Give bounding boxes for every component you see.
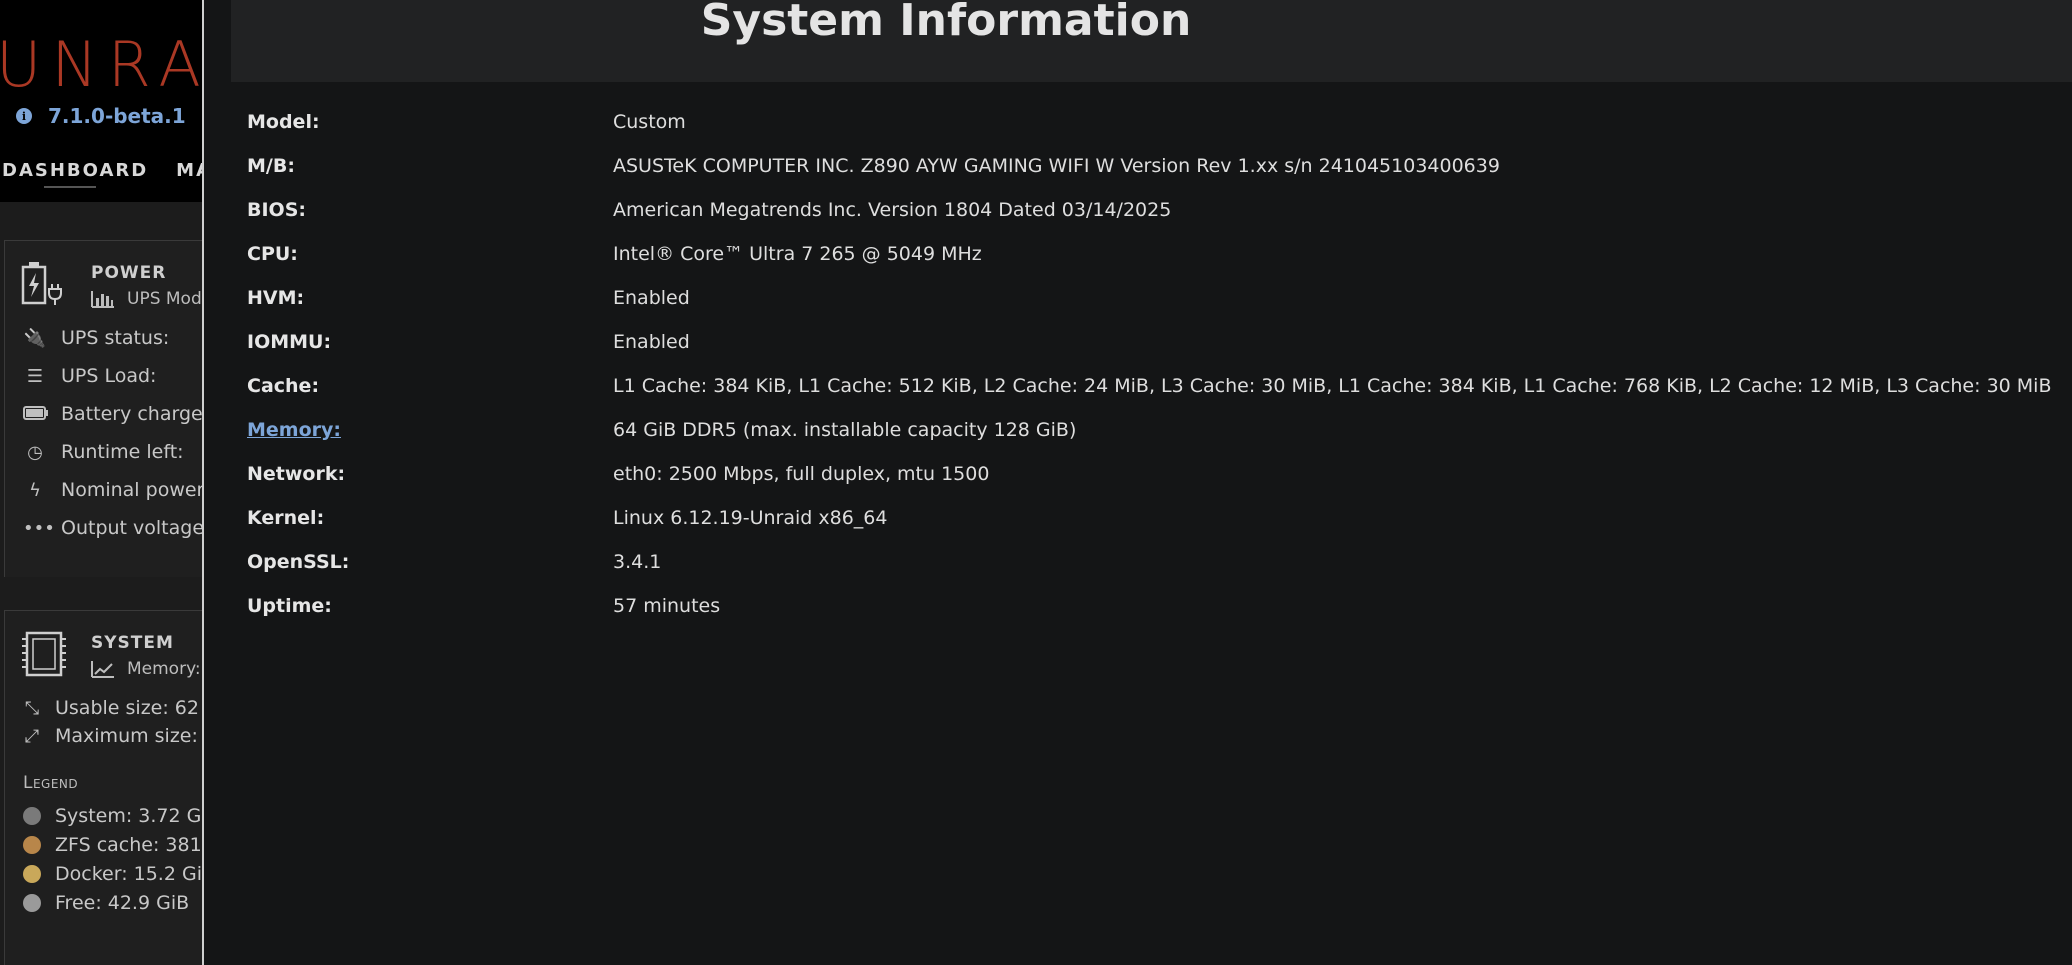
usable-size-row: ⤡ Usable size: 62 GiB <box>23 697 202 719</box>
legend-dot <box>23 894 41 912</box>
info-value: Linux 6.12.19-Unraid x86_64 <box>613 507 888 529</box>
runtime-left-row: ◷ Runtime left: <box>23 441 184 463</box>
info-value: Enabled <box>613 287 690 309</box>
info-value: Custom <box>613 111 686 133</box>
unraid-logo[interactable]: UNRAID <box>0 28 202 101</box>
legend-docker: Docker: 15.2 GiB <box>23 863 202 885</box>
info-label: OpenSSL: <box>247 551 350 573</box>
dashboard-background: UNRAID i 7.1.0-beta.1 DASHBOARD MAIN POWE… <box>0 0 202 965</box>
nav-active-underline <box>44 186 96 188</box>
info-label: M/B: <box>247 155 295 177</box>
maximum-size-row: ⤢ Maximum size: 128 GiB <box>23 725 202 747</box>
info-row-cache: Cache: L1 Cache: 384 KiB, L1 Cache: 512 … <box>247 364 2052 408</box>
info-label: Kernel: <box>247 507 325 529</box>
legend-label: System: 3.72 GiB <box>55 805 202 827</box>
ups-model-link[interactable]: UPS Model <box>91 289 202 309</box>
nominal-power-label: Nominal power: <box>61 479 202 501</box>
info-label: IOMMU: <box>247 331 332 353</box>
info-row-openssl: OpenSSL: 3.4.1 <box>247 540 2047 584</box>
info-label: Cache: <box>247 375 320 397</box>
nav-main[interactable]: MAIN <box>176 160 202 181</box>
nav-dashboard[interactable]: DASHBOARD <box>2 160 148 181</box>
legend-zfs-cache: ZFS cache: 381 MiB <box>23 834 202 856</box>
power-panel: POWER UPS Model 🔌 UPS status: ☰ UPS Loa <box>4 240 202 577</box>
legend-label: Free: 42.9 GiB <box>55 892 190 914</box>
legend-free: Free: 42.9 GiB <box>23 892 189 914</box>
info-row-bios: BIOS: American Megatrends Inc. Version 1… <box>247 188 2047 232</box>
screen: UNRAID i 7.1.0-beta.1 DASHBOARD MAIN POWE… <box>0 0 2072 965</box>
ups-model-label: UPS Model <box>127 289 202 309</box>
info-value: American Megatrends Inc. Version 1804 Da… <box>613 199 1172 221</box>
output-voltage-label: Output voltage: <box>61 517 202 539</box>
legend-dot <box>23 865 41 883</box>
ups-status-row: 🔌 UPS status: <box>23 327 169 349</box>
info-row-kernel: Kernel: Linux 6.12.19-Unraid x86_64 <box>247 496 2047 540</box>
legend-title: Legend <box>23 773 79 793</box>
system-information-dialog: System Information Model: Custom M/B: AS… <box>202 0 2072 965</box>
version-badge[interactable]: i 7.1.0-beta.1 <box>16 104 186 128</box>
info-row-model: Model: Custom <box>247 100 2047 144</box>
battery-charge-row: Battery charge: <box>23 403 202 425</box>
info-label: BIOS: <box>247 199 306 221</box>
memory-chart-link[interactable]: Memory: <box>91 659 201 679</box>
version-text: 7.1.0-beta.1 <box>48 104 186 128</box>
line-chart-icon <box>91 661 114 678</box>
bar-chart-icon <box>91 291 114 308</box>
info-label: CPU: <box>247 243 298 265</box>
ups-status-label: UPS status: <box>61 327 170 349</box>
info-value: 64 GiB DDR5 (max. installable capacity 1… <box>613 419 1077 441</box>
maximum-size-label: Maximum size: 128 GiB <box>55 725 202 747</box>
legend-dot <box>23 807 41 825</box>
ups-load-row: ☰ UPS Load: <box>23 365 157 387</box>
legend-system: System: 3.72 GiB <box>23 805 202 827</box>
info-label: HVM: <box>247 287 305 309</box>
ellipsis-icon: ••• <box>23 517 55 539</box>
info-value: Intel® Core™ Ultra 7 265 @ 5049 MHz <box>613 243 982 265</box>
runtime-left-label: Runtime left: <box>61 441 184 463</box>
output-voltage-row: ••• Output voltage: <box>23 517 202 539</box>
bolt-icon: ϟ <box>29 479 41 501</box>
system-title: SYSTEM <box>91 633 174 653</box>
ups-load-label: UPS Load: <box>61 365 157 387</box>
clock-icon: ◷ <box>27 441 43 463</box>
dialog-title: System Information <box>700 0 1192 46</box>
dialog-header: System Information <box>231 0 2072 82</box>
info-row-memory: Memory: 64 GiB DDR5 (max. installable ca… <box>247 408 2047 452</box>
info-row-cpu: CPU: Intel® Core™ Ultra 7 265 @ 5049 MHz <box>247 232 2047 276</box>
usable-size-label: Usable size: 62 GiB <box>55 697 202 719</box>
expand-icon: ⤢ <box>24 725 40 747</box>
info-icon: i <box>16 108 32 124</box>
plug-icon: 🔌 <box>23 327 47 349</box>
info-value: eth0: 2500 Mbps, full duplex, mtu 1500 <box>613 463 990 485</box>
info-row-hvm: HVM: Enabled <box>247 276 2047 320</box>
info-row-uptime: Uptime: 57 minutes <box>247 584 2047 628</box>
info-value: 57 minutes <box>613 595 721 617</box>
info-value: L1 Cache: 384 KiB, L1 Cache: 512 KiB, L2… <box>613 375 2052 397</box>
system-panel: SYSTEM Memory: ⤡ Usable size: 62 GiB ⤢ M… <box>4 610 202 965</box>
main-nav: DASHBOARD MAIN <box>2 160 202 181</box>
nominal-power-row: ϟ Nominal power: <box>23 479 202 501</box>
compress-icon: ⤡ <box>24 697 40 719</box>
info-value: 3.4.1 <box>613 551 662 573</box>
power-title: POWER <box>91 263 167 283</box>
battery-icon <box>23 404 48 425</box>
list-icon: ☰ <box>26 365 44 387</box>
info-label: Uptime: <box>247 595 332 617</box>
battery-charging-icon <box>21 262 62 305</box>
legend-label: Docker: 15.2 GiB <box>55 863 202 885</box>
legend-label: ZFS cache: 381 MiB <box>55 834 202 856</box>
info-label: Network: <box>247 463 346 485</box>
legend-dot <box>23 836 41 854</box>
info-row-iommu: IOMMU: Enabled <box>247 320 2047 364</box>
info-value: Enabled <box>613 331 690 353</box>
memory-chip-icon <box>22 631 66 677</box>
info-label: Model: <box>247 111 320 133</box>
memory-chart-label: Memory: <box>127 659 201 679</box>
header-bar: UNRAID i 7.1.0-beta.1 DASHBOARD MAIN <box>0 0 202 202</box>
info-row-network: Network: eth0: 2500 Mbps, full duplex, m… <box>247 452 2047 496</box>
info-row-motherboard: M/B: ASUSTeK COMPUTER INC. Z890 AYW GAMI… <box>247 144 2047 188</box>
memory-link[interactable]: Memory: <box>247 419 341 441</box>
info-value: ASUSTeK COMPUTER INC. Z890 AYW GAMING WI… <box>613 155 1500 177</box>
battery-charge-label: Battery charge: <box>61 403 202 425</box>
